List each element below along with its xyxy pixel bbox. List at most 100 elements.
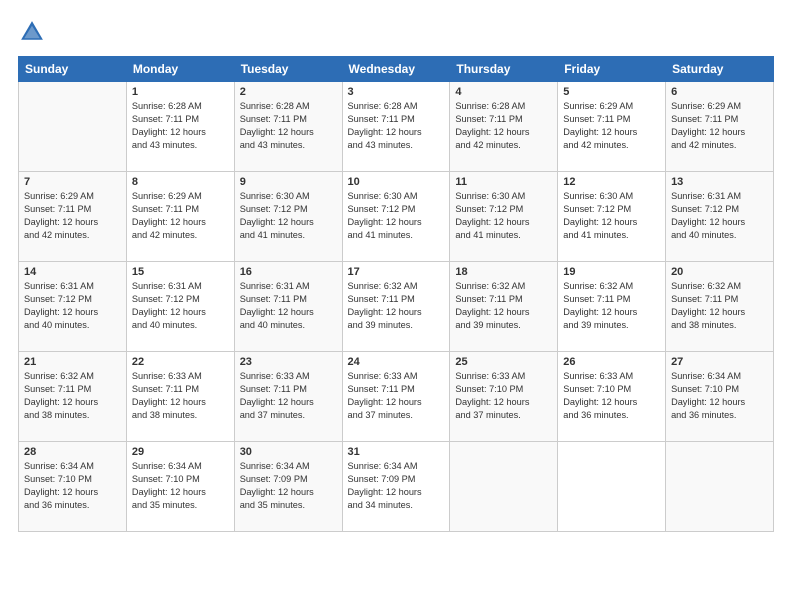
calendar-cell: 26 Sunrise: 6:33 AM Sunset: 7:10 PM Dayli… (558, 352, 666, 442)
day-header-monday: Monday (126, 57, 234, 82)
day-number: 30 (240, 446, 337, 458)
cell-content: Sunrise: 6:33 AM Sunset: 7:11 PM Dayligh… (348, 370, 445, 422)
day-number: 25 (455, 356, 552, 368)
calendar-cell: 3 Sunrise: 6:28 AM Sunset: 7:11 PM Daylig… (342, 82, 450, 172)
calendar-cell: 27 Sunrise: 6:34 AM Sunset: 7:10 PM Dayli… (666, 352, 774, 442)
cell-content: Sunrise: 6:32 AM Sunset: 7:11 PM Dayligh… (671, 280, 768, 332)
cell-content: Sunrise: 6:32 AM Sunset: 7:11 PM Dayligh… (348, 280, 445, 332)
cell-content: Sunrise: 6:29 AM Sunset: 7:11 PM Dayligh… (132, 190, 229, 242)
cell-content: Sunrise: 6:34 AM Sunset: 7:10 PM Dayligh… (671, 370, 768, 422)
calendar-cell: 17 Sunrise: 6:32 AM Sunset: 7:11 PM Dayli… (342, 262, 450, 352)
day-number: 31 (348, 446, 445, 458)
cell-content: Sunrise: 6:32 AM Sunset: 7:11 PM Dayligh… (24, 370, 121, 422)
page: SundayMondayTuesdayWednesdayThursdayFrid… (0, 0, 792, 612)
day-header-wednesday: Wednesday (342, 57, 450, 82)
day-number: 12 (563, 176, 660, 188)
cell-content: Sunrise: 6:34 AM Sunset: 7:10 PM Dayligh… (24, 460, 121, 512)
day-number: 4 (455, 86, 552, 98)
calendar-cell: 21 Sunrise: 6:32 AM Sunset: 7:11 PM Dayli… (19, 352, 127, 442)
cell-content: Sunrise: 6:28 AM Sunset: 7:11 PM Dayligh… (348, 100, 445, 152)
cell-content: Sunrise: 6:33 AM Sunset: 7:11 PM Dayligh… (132, 370, 229, 422)
calendar-cell: 15 Sunrise: 6:31 AM Sunset: 7:12 PM Dayli… (126, 262, 234, 352)
cell-content: Sunrise: 6:33 AM Sunset: 7:10 PM Dayligh… (455, 370, 552, 422)
calendar-cell: 14Sunrise: 6:31 AM Sunset: 7:12 PM Dayli… (19, 262, 127, 352)
day-number: 27 (671, 356, 768, 368)
calendar-cell: 19 Sunrise: 6:32 AM Sunset: 7:11 PM Dayli… (558, 262, 666, 352)
cell-content: Sunrise: 6:28 AM Sunset: 7:11 PM Dayligh… (455, 100, 552, 152)
calendar-cell: 10 Sunrise: 6:30 AM Sunset: 7:12 PM Dayli… (342, 172, 450, 262)
calendar-cell: 23 Sunrise: 6:33 AM Sunset: 7:11 PM Dayli… (234, 352, 342, 442)
day-number: 24 (348, 356, 445, 368)
cell-content: Sunrise: 6:31 AM Sunset: 7:12 PM Dayligh… (671, 190, 768, 242)
cell-content: Sunrise: 6:31 AM Sunset: 7:12 PM Dayligh… (132, 280, 229, 332)
day-number: 23 (240, 356, 337, 368)
calendar-cell: 31 Sunrise: 6:34 AM Sunset: 7:09 PM Dayli… (342, 442, 450, 532)
header (18, 18, 774, 46)
calendar-cell: 24 Sunrise: 6:33 AM Sunset: 7:11 PM Dayli… (342, 352, 450, 442)
cell-content: Sunrise: 6:30 AM Sunset: 7:12 PM Dayligh… (348, 190, 445, 242)
day-number: 5 (563, 86, 660, 98)
calendar-cell (450, 442, 558, 532)
day-number: 21 (24, 356, 121, 368)
cell-content: Sunrise: 6:32 AM Sunset: 7:11 PM Dayligh… (563, 280, 660, 332)
day-number: 17 (348, 266, 445, 278)
day-number: 8 (132, 176, 229, 188)
day-number: 16 (240, 266, 337, 278)
calendar-cell: 8 Sunrise: 6:29 AM Sunset: 7:11 PM Daylig… (126, 172, 234, 262)
day-header-friday: Friday (558, 57, 666, 82)
calendar-header-row: SundayMondayTuesdayWednesdayThursdayFrid… (19, 57, 774, 82)
calendar-cell: 2 Sunrise: 6:28 AM Sunset: 7:11 PM Daylig… (234, 82, 342, 172)
cell-content: Sunrise: 6:30 AM Sunset: 7:12 PM Dayligh… (455, 190, 552, 242)
calendar-cell: 16 Sunrise: 6:31 AM Sunset: 7:11 PM Dayli… (234, 262, 342, 352)
day-number: 26 (563, 356, 660, 368)
calendar-cell: 29 Sunrise: 6:34 AM Sunset: 7:10 PM Dayli… (126, 442, 234, 532)
calendar-cell: 6 Sunrise: 6:29 AM Sunset: 7:11 PM Daylig… (666, 82, 774, 172)
calendar-cell: 9Sunrise: 6:30 AM Sunset: 7:12 PM Daylig… (234, 172, 342, 262)
calendar-cell: 13Sunrise: 6:31 AM Sunset: 7:12 PM Dayli… (666, 172, 774, 262)
calendar-cell: 11 Sunrise: 6:30 AM Sunset: 7:12 PM Dayli… (450, 172, 558, 262)
day-number: 3 (348, 86, 445, 98)
calendar-week-2: 7 Sunrise: 6:29 AM Sunset: 7:11 PM Daylig… (19, 172, 774, 262)
cell-content: Sunrise: 6:33 AM Sunset: 7:11 PM Dayligh… (240, 370, 337, 422)
cell-content: Sunrise: 6:33 AM Sunset: 7:10 PM Dayligh… (563, 370, 660, 422)
calendar-cell: 1Sunrise: 6:28 AM Sunset: 7:11 PM Daylig… (126, 82, 234, 172)
calendar-week-5: 28Sunrise: 6:34 AM Sunset: 7:10 PM Dayli… (19, 442, 774, 532)
calendar-cell: 25 Sunrise: 6:33 AM Sunset: 7:10 PM Dayli… (450, 352, 558, 442)
day-number: 11 (455, 176, 552, 188)
cell-content: Sunrise: 6:29 AM Sunset: 7:11 PM Dayligh… (24, 190, 121, 242)
calendar-cell (666, 442, 774, 532)
calendar-cell: 18 Sunrise: 6:32 AM Sunset: 7:11 PM Dayli… (450, 262, 558, 352)
day-header-sunday: Sunday (19, 57, 127, 82)
cell-content: Sunrise: 6:34 AM Sunset: 7:10 PM Dayligh… (132, 460, 229, 512)
logo (18, 18, 50, 46)
day-number: 15 (132, 266, 229, 278)
day-number: 7 (24, 176, 121, 188)
day-header-tuesday: Tuesday (234, 57, 342, 82)
day-number: 29 (132, 446, 229, 458)
calendar-cell: 4 Sunrise: 6:28 AM Sunset: 7:11 PM Daylig… (450, 82, 558, 172)
day-number: 20 (671, 266, 768, 278)
calendar-cell: 12 Sunrise: 6:30 AM Sunset: 7:12 PM Dayli… (558, 172, 666, 262)
cell-content: Sunrise: 6:32 AM Sunset: 7:11 PM Dayligh… (455, 280, 552, 332)
calendar-cell: 30Sunrise: 6:34 AM Sunset: 7:09 PM Dayli… (234, 442, 342, 532)
day-number: 1 (132, 86, 229, 98)
calendar-week-1: 1 Sunrise: 6:28 AM Sunset: 7:11 PM Daylig… (19, 82, 774, 172)
calendar-cell: 20 Sunrise: 6:32 AM Sunset: 7:11 PM Dayli… (666, 262, 774, 352)
cell-content: Sunrise: 6:28 AM Sunset: 7:11 PM Dayligh… (240, 100, 337, 152)
day-number: 10 (348, 176, 445, 188)
calendar-cell: 7 Sunrise: 6:29 AM Sunset: 7:11 PM Daylig… (19, 172, 127, 262)
day-number: 19 (563, 266, 660, 278)
calendar-cell (19, 82, 127, 172)
cell-content: Sunrise: 6:29 AM Sunset: 7:11 PM Dayligh… (671, 100, 768, 152)
cell-content: Sunrise: 6:30 AM Sunset: 7:12 PM Dayligh… (563, 190, 660, 242)
day-number: 14 (24, 266, 121, 278)
day-number: 6 (671, 86, 768, 98)
cell-content: Sunrise: 6:29 AM Sunset: 7:11 PM Dayligh… (563, 100, 660, 152)
day-number: 18 (455, 266, 552, 278)
calendar-week-3: 14 Sunrise: 6:31 AM Sunset: 7:12 PM Dayli… (19, 262, 774, 352)
day-number: 2 (240, 86, 337, 98)
calendar-week-4: 21 Sunrise: 6:32 AM Sunset: 7:11 PM Dayli… (19, 352, 774, 442)
day-number: 9 (240, 176, 337, 188)
cell-content: Sunrise: 6:31 AM Sunset: 7:11 PM Dayligh… (240, 280, 337, 332)
cell-content: Sunrise: 6:34 AM Sunset: 7:09 PM Dayligh… (348, 460, 445, 512)
